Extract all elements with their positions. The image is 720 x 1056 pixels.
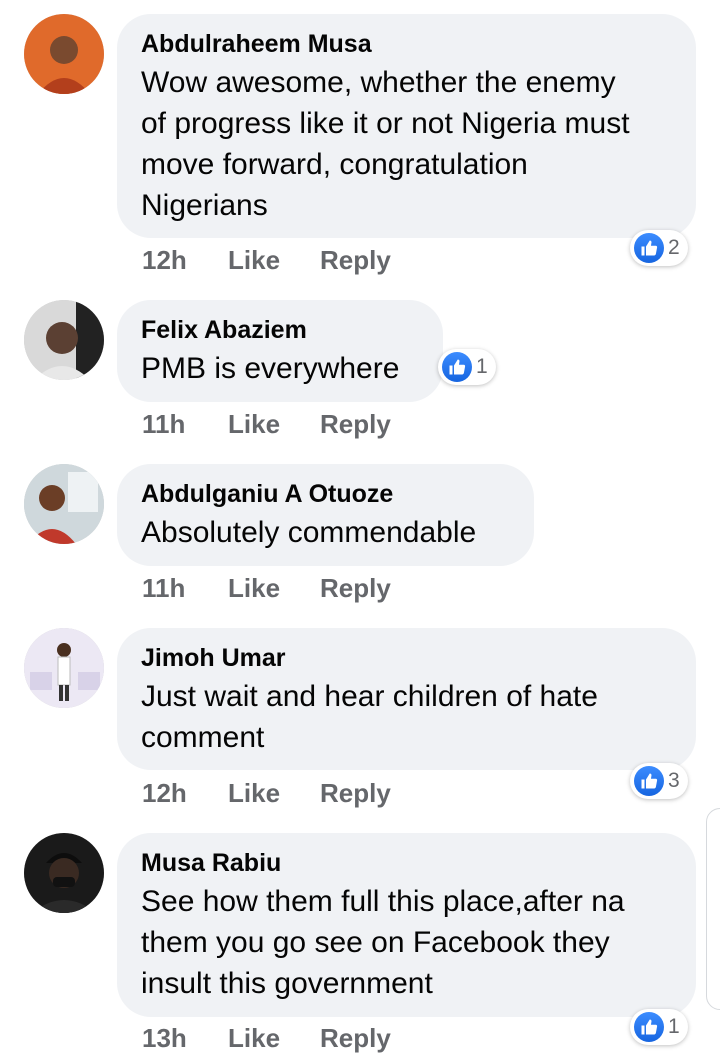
comment-author[interactable]: Abdulganiu A Otuoze [141, 478, 510, 510]
comment-timestamp[interactable]: 12h [142, 245, 228, 276]
avatar[interactable] [24, 300, 104, 380]
reply-button[interactable]: Reply [320, 1023, 391, 1054]
reaction-count[interactable]: 2 [630, 230, 688, 266]
comment-actions: 12h Like Reply [142, 243, 391, 277]
comment-author[interactable]: Abdulraheem Musa [141, 28, 672, 60]
reaction-count-text: 1 [476, 355, 488, 378]
comment-bubble: Felix Abaziem PMB is everywhere [117, 300, 443, 402]
avatar[interactable] [24, 464, 104, 544]
thumbs-up-icon [634, 233, 664, 263]
comment-author[interactable]: Felix Abaziem [141, 314, 419, 346]
reply-button[interactable]: Reply [320, 409, 391, 440]
comment-text: PMB is everywhere [141, 352, 400, 385]
comment-timestamp[interactable]: 11h [142, 409, 228, 440]
like-button[interactable]: Like [228, 1023, 320, 1054]
reaction-count-text: 3 [668, 769, 680, 792]
like-button[interactable]: Like [228, 573, 320, 604]
like-button[interactable]: Like [228, 778, 320, 809]
comment-timestamp[interactable]: 13h [142, 1023, 228, 1054]
comment-text: Absolutely commendable [141, 516, 477, 549]
avatar[interactable] [24, 833, 104, 913]
reaction-count-text: 2 [668, 236, 680, 259]
reaction-count[interactable]: 1 [630, 1009, 688, 1045]
offscreen-card-edge [706, 808, 720, 1010]
comment-text: See how them full this place,after na th… [141, 885, 625, 1000]
reaction-count[interactable]: 3 [630, 763, 688, 799]
comment-timestamp[interactable]: 12h [142, 778, 228, 809]
reaction-count-text: 1 [668, 1015, 680, 1038]
thumbs-up-icon [634, 766, 664, 796]
reply-button[interactable]: Reply [320, 778, 391, 809]
comment-actions: 11h Like Reply [142, 407, 391, 441]
reply-button[interactable]: Reply [320, 245, 391, 276]
avatar[interactable] [24, 14, 104, 94]
reaction-count[interactable]: 1 [438, 349, 496, 385]
comment-bubble: Jimoh Umar Just wait and hear children o… [117, 628, 696, 770]
like-button[interactable]: Like [228, 245, 320, 276]
thumbs-up-icon [634, 1012, 664, 1042]
comment-actions: 12h Like Reply [142, 776, 391, 810]
reply-button[interactable]: Reply [320, 573, 391, 604]
comment-author[interactable]: Jimoh Umar [141, 642, 672, 674]
thumbs-up-icon [442, 352, 472, 382]
comment-bubble: Abdulganiu A Otuoze Absolutely commendab… [117, 464, 534, 566]
comment-actions: 11h Like Reply [142, 571, 391, 605]
comment-bubble: Musa Rabiu See how them full this place,… [117, 833, 696, 1017]
comment-text: Just wait and hear children of hate comm… [141, 680, 598, 754]
comment-actions: 13h Like Reply [142, 1021, 391, 1055]
comment-bubble: Abdulraheem Musa Wow awesome, whether th… [117, 14, 696, 238]
comment-author[interactable]: Musa Rabiu [141, 847, 672, 879]
avatar[interactable] [24, 628, 104, 708]
comment-text: Wow awesome, whether the enemy of progre… [141, 66, 630, 222]
like-button[interactable]: Like [228, 409, 320, 440]
comment-timestamp[interactable]: 11h [142, 573, 228, 604]
